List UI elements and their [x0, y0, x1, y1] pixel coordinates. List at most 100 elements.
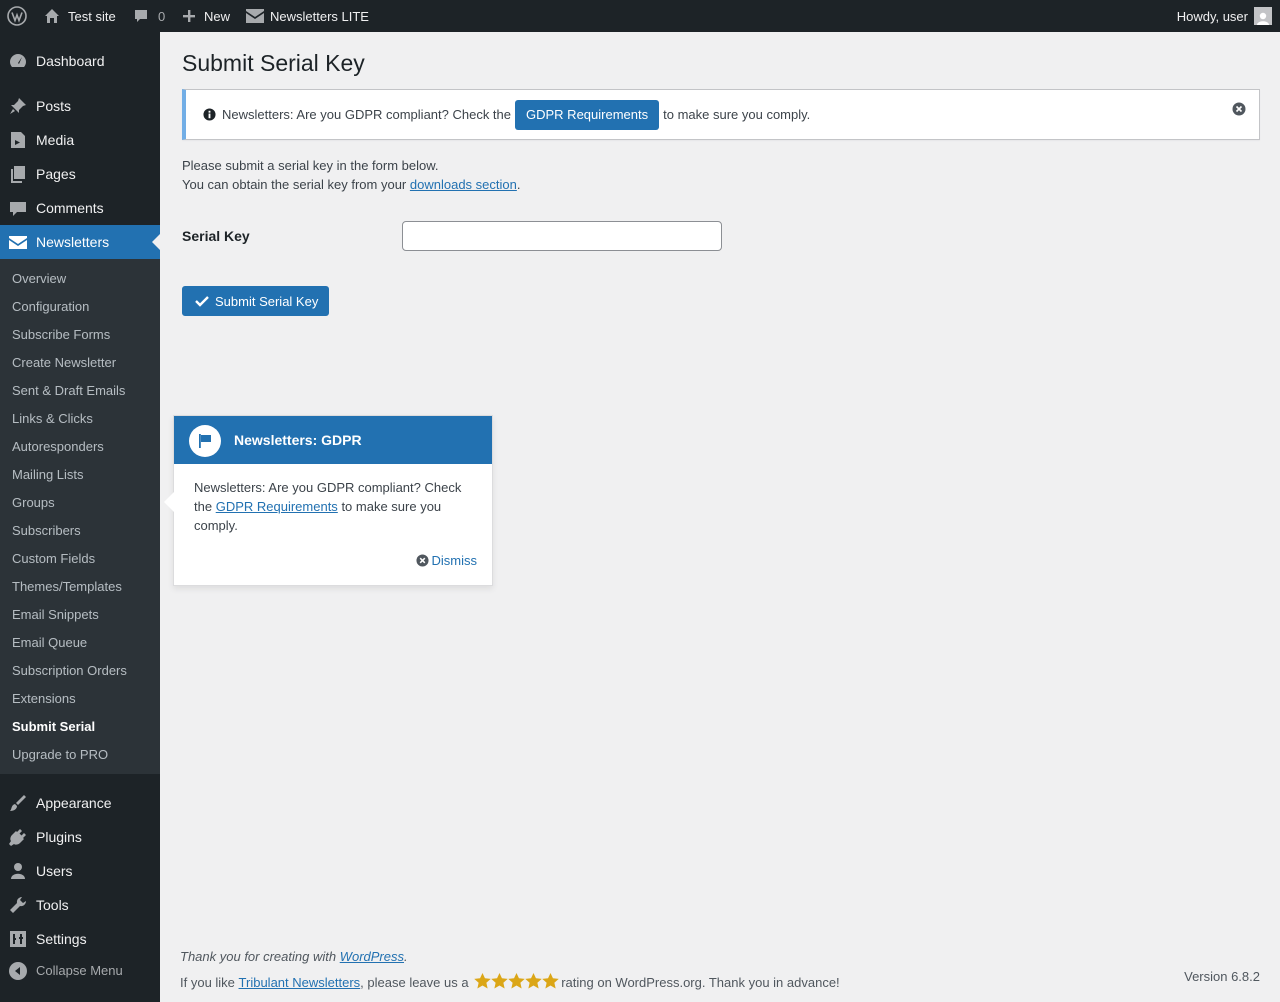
menu-label: Pages [36, 166, 76, 182]
intro-text: Please submit a serial key in the form b… [182, 156, 520, 194]
menu-users[interactable]: Users [0, 854, 160, 888]
menu-plugins[interactable]: Plugins [0, 820, 160, 854]
comment-icon [9, 199, 27, 217]
footer-thanks-end: . [404, 949, 408, 964]
brush-icon [9, 794, 27, 812]
site-name-link[interactable]: Test site [44, 0, 116, 32]
close-icon[interactable] [1232, 102, 1246, 116]
collapse-label: Collapse Menu [36, 963, 123, 978]
wordpress-link[interactable]: WordPress [340, 949, 404, 964]
tribulant-newsletters-link[interactable]: Tribulant Newsletters [239, 975, 361, 990]
envelope-icon [9, 233, 27, 251]
dashboard-icon [9, 52, 27, 70]
submenu-submit-serial[interactable]: Submit Serial [12, 712, 95, 740]
submenu-subscribe-forms[interactable]: Subscribe Forms [12, 320, 110, 348]
flag-icon [189, 425, 221, 457]
pointer-dismiss-link[interactable]: Dismiss [415, 553, 478, 568]
sliders-icon [9, 930, 27, 948]
account-menu[interactable]: Howdy, user [1177, 0, 1272, 32]
pointer-body: Newsletters: Are you GDPR compliant? Che… [194, 478, 474, 535]
submenu-sent-draft-emails[interactable]: Sent & Draft Emails [12, 376, 125, 404]
star-icon [491, 973, 508, 989]
menu-pages[interactable]: Pages [0, 157, 160, 191]
pointer-title: Newsletters: GDPR [234, 432, 362, 448]
greeting: Howdy, user [1176, 8, 1248, 24]
submenu-email-snippets[interactable]: Email Snippets [12, 600, 99, 628]
menu-label: Settings [36, 931, 87, 947]
submenu-mailing-lists[interactable]: Mailing Lists [12, 460, 84, 488]
gdpr-pointer-popup: Newsletters: GDPR Newsletters: Are you G… [164, 415, 493, 586]
menu-settings[interactable]: Settings [0, 922, 160, 956]
downloads-section-link[interactable]: downloads section [410, 177, 517, 192]
collapse-arrow-icon [9, 962, 27, 980]
submenu-extensions[interactable]: Extensions [12, 684, 76, 712]
menu-label: Dashboard [36, 53, 105, 69]
home-icon [45, 9, 59, 23]
menu-label: Comments [36, 200, 104, 216]
comments-count: 0 [158, 8, 166, 24]
menu-tools[interactable]: Tools [0, 888, 160, 922]
submenu-groups[interactable]: Groups [12, 488, 55, 516]
submenu-configuration[interactable]: Configuration [12, 292, 89, 320]
menu-label: Plugins [36, 829, 82, 845]
new-content-link[interactable]: New [182, 0, 230, 32]
menu-label: Tools [36, 897, 69, 913]
serial-key-input[interactable] [402, 221, 722, 251]
menu-posts[interactable]: Posts [0, 89, 160, 123]
info-icon [203, 108, 216, 121]
main-content: Submit Serial Key Newsletters: Are you G… [160, 32, 1280, 1002]
submenu-email-queue[interactable]: Email Queue [12, 628, 87, 656]
pointer-header: Newsletters: GDPR [174, 416, 492, 464]
notice-text: Newsletters: Are you GDPR compliant? Che… [222, 90, 810, 139]
star-rating-link[interactable] [474, 973, 559, 992]
submenu-autoresponders[interactable]: Autoresponders [12, 432, 104, 460]
menu-label: Media [36, 132, 75, 148]
menu-appearance[interactable]: Appearance [0, 786, 160, 820]
submenu-subscription-orders[interactable]: Subscription Orders [12, 656, 127, 684]
page-title: Submit Serial Key [182, 50, 365, 76]
plugin-label: Newsletters LITE [270, 8, 369, 24]
submenu-custom-fields[interactable]: Custom Fields [12, 544, 95, 572]
submenu-overview[interactable]: Overview [12, 264, 66, 292]
checkmark-icon [195, 296, 209, 307]
envelope-icon [246, 9, 264, 23]
submenu-create-newsletter[interactable]: Create Newsletter [12, 348, 116, 376]
footer-rating: If you like Tribulant Newsletters, pleas… [180, 973, 840, 992]
gdpr-requirements-link[interactable]: GDPR Requirements [216, 499, 338, 514]
submenu-upgrade-to-pro[interactable]: Upgrade to PRO [12, 740, 108, 768]
media-icon [9, 131, 27, 149]
pointer-arrow [164, 492, 174, 512]
menu-comments[interactable]: Comments [0, 191, 160, 225]
submit-serial-key-button[interactable]: Submit Serial Key [182, 286, 330, 316]
notice-text-before: Newsletters: Are you GDPR compliant? Che… [222, 107, 512, 122]
menu-label: Newsletters [36, 234, 110, 250]
plug-icon [9, 828, 27, 846]
menu-newsletters[interactable]: Newsletters [0, 225, 160, 259]
footer-thanks-text: Thank you for creating with [180, 949, 337, 964]
footer-rate-end: rating on WordPress.org. Thank you in ad… [561, 975, 840, 990]
star-icon [542, 973, 559, 989]
comments-link[interactable]: 0 [133, 0, 165, 32]
newsletters-lite-link[interactable]: Newsletters LITE [246, 0, 369, 32]
admin-bar: Test site 0 New Newsletters LITE Howdy, … [0, 0, 1280, 32]
wordpress-logo-icon[interactable] [7, 0, 27, 32]
menu-label: Users [36, 863, 73, 879]
notice-text-after: to make sure you comply. [663, 107, 811, 122]
site-name: Test site [68, 8, 116, 24]
dismiss-label: Dismiss [431, 553, 478, 568]
gdpr-requirements-button[interactable]: GDPR Requirements [515, 99, 660, 130]
submenu-subscribers[interactable]: Subscribers [12, 516, 81, 544]
user-icon [9, 862, 27, 880]
submenu-links-clicks[interactable]: Links & Clicks [12, 404, 93, 432]
five-stars [474, 973, 559, 992]
intro-line-2-text: You can obtain the serial key from your [182, 177, 407, 192]
menu-label: Posts [36, 98, 72, 114]
avatar [1254, 7, 1272, 25]
intro-line-2: You can obtain the serial key from your … [182, 175, 520, 194]
menu-dashboard[interactable]: Dashboard [0, 44, 160, 78]
newsletters-submenu: Overview Configuration Subscribe Forms C… [0, 259, 160, 774]
collapse-menu-button[interactable]: Collapse Menu [0, 955, 160, 987]
gdpr-notice: Newsletters: Are you GDPR compliant? Che… [182, 89, 1260, 140]
submenu-themes-templates[interactable]: Themes/Templates [12, 572, 122, 600]
menu-media[interactable]: Media [0, 123, 160, 157]
